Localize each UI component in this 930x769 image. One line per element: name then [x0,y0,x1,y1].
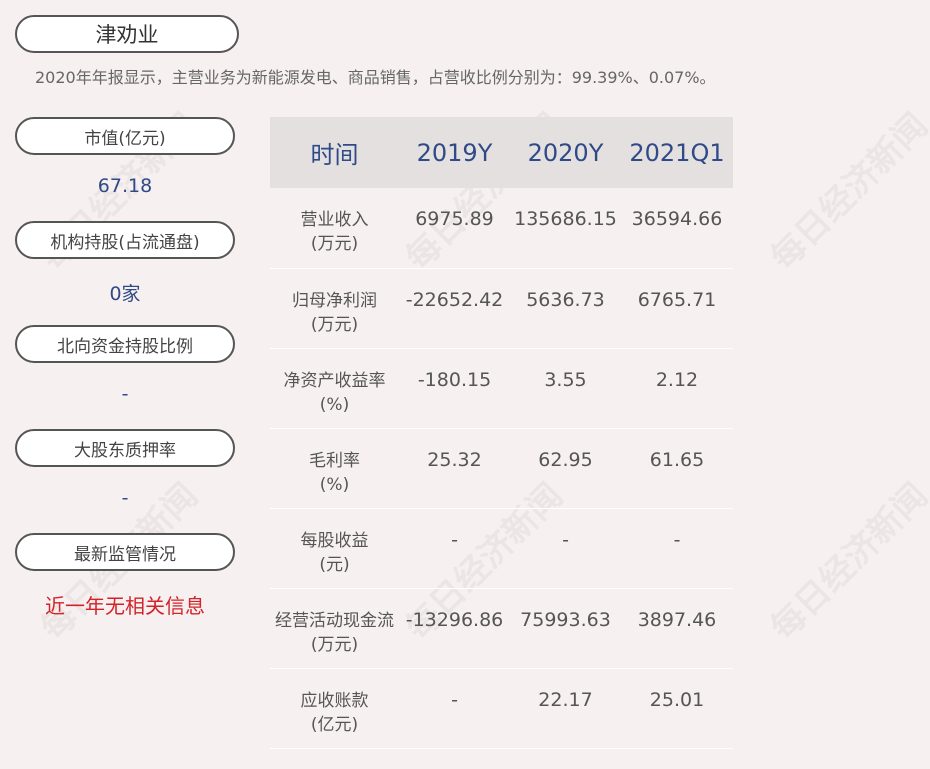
table-row: 归母净利润 (万元) -22652.42 5636.73 6765.71 [270,268,733,349]
company-title: 津劝业 [15,15,239,53]
table-row: 净资产收益率 (%) -180.15 3.55 2.12 [270,348,733,429]
table-cell: 6975.89 [399,188,510,269]
table-cell: 36594.66 [621,188,733,269]
institution-holding-value: 0家 [109,283,141,305]
pledge-ratio-value: - [121,487,129,509]
institution-holding-label: 机构持股(占流通盘) [15,221,235,259]
table-cell: 75993.63 [510,588,621,669]
column-header: 2021Q1 [621,117,733,188]
row-label: 每股收益 (元) [270,508,399,589]
table-cell: 135686.15 [510,188,621,269]
row-label: 经营活动现金流 (万元) [270,588,399,669]
column-header: 2019Y [399,117,510,188]
column-header: 2020Y [510,117,621,188]
business-summary: 2020年年报显示，主营业务为新能源发电、商品销售，占营收比例分别为：99.39… [35,68,716,87]
watermark: 每日经济新闻 [763,475,930,649]
table-cell: -22652.42 [399,268,510,349]
table-cell: 25.32 [399,428,510,509]
table-cell: 25.01 [621,668,733,749]
table-cell: 22.17 [510,668,621,749]
row-label: 营业收入 (万元) [270,188,399,269]
table-cell: -180.15 [399,348,510,429]
regulatory-status-label: 最新监管情况 [15,533,235,571]
northbound-ratio-label: 北向资金持股比例 [15,325,235,363]
table-row: 毛利率 (%) 25.32 62.95 61.65 [270,428,733,509]
table-cell: - [510,508,621,589]
table-cell: 6765.71 [621,268,733,349]
table-row: 应收账款 (亿元) - 22.17 25.01 [270,668,733,749]
table-row: 经营活动现金流 (万元) -13296.86 75993.63 3897.46 [270,588,733,669]
table-cell: 3897.46 [621,588,733,669]
regulatory-status-value: 近一年无相关信息 [45,594,205,618]
financial-table: 时间 2019Y 2020Y 2021Q1 营业收入 (万元) 6975.89 1… [270,117,733,749]
row-label: 归母净利润 (万元) [270,268,399,349]
table-cell: 2.12 [621,348,733,429]
table-cell: -13296.86 [399,588,510,669]
row-label: 毛利率 (%) [270,428,399,509]
northbound-ratio-value: - [121,383,129,405]
table-cell: 62.95 [510,428,621,509]
table-row: 营业收入 (万元) 6975.89 135686.15 36594.66 [270,188,733,269]
table-row: 每股收益 (元) - - - [270,508,733,589]
column-header: 时间 [270,117,399,188]
table-header-row: 时间 2019Y 2020Y 2021Q1 [270,117,733,188]
row-label: 应收账款 (亿元) [270,668,399,749]
row-label: 净资产收益率 (%) [270,348,399,429]
table-cell: 3.55 [510,348,621,429]
table-cell: - [621,508,733,589]
market-cap-value: 67.18 [97,175,153,197]
pledge-ratio-label: 大股东质押率 [15,429,235,467]
table-cell: 61.65 [621,428,733,509]
market-cap-label: 市值(亿元) [15,117,235,155]
table-cell: 5636.73 [510,268,621,349]
table-cell: - [399,508,510,589]
table-cell: - [399,668,510,749]
watermark: 每日经济新闻 [763,105,930,279]
